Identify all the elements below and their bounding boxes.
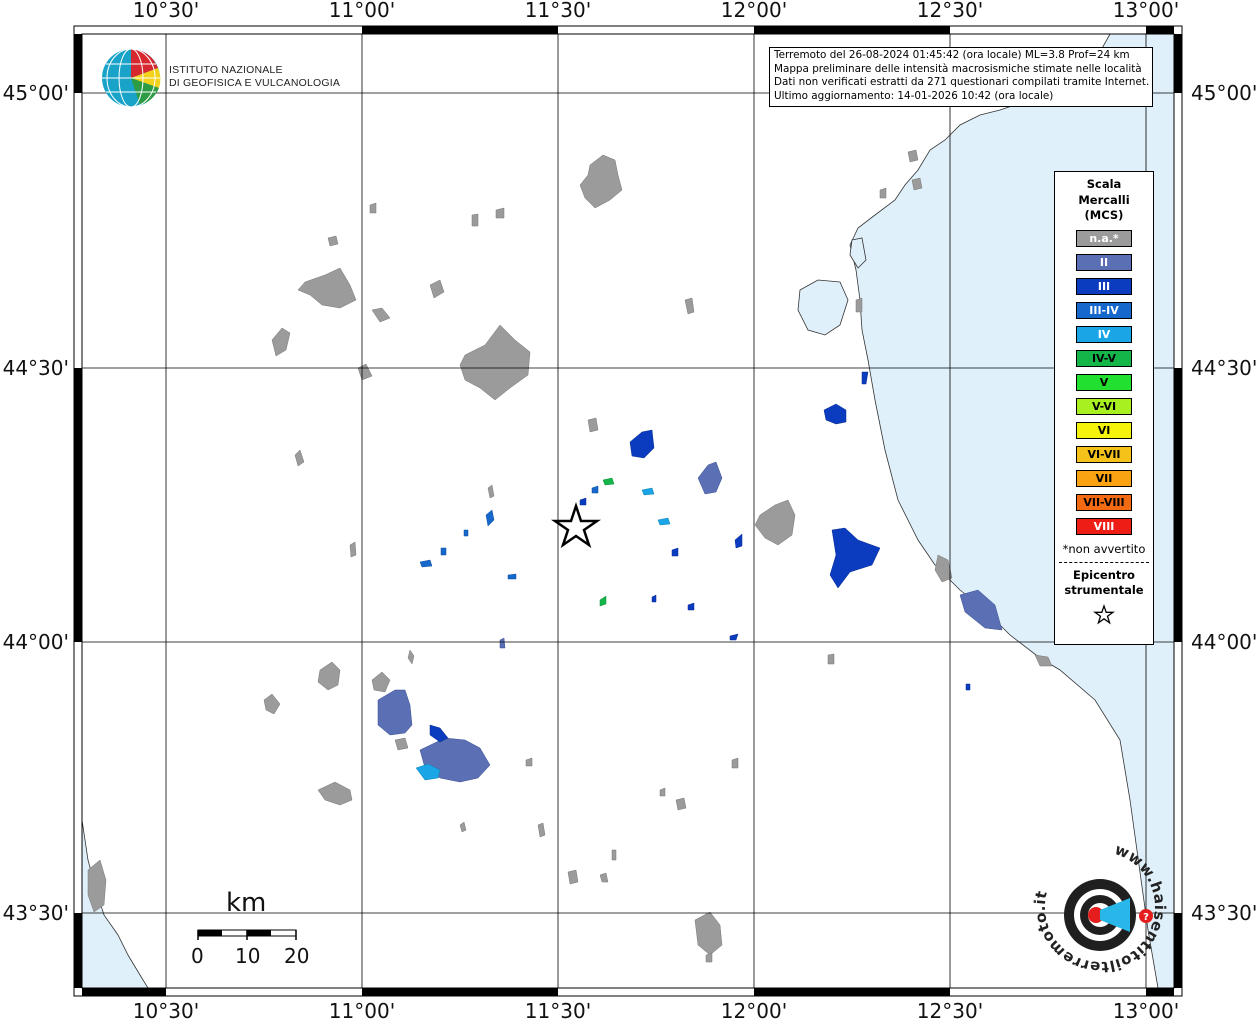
locality-ii-mugello <box>377 689 413 736</box>
scalebar-label: 10 <box>235 944 261 968</box>
legend-epicenter-title: Epicentro strumentale <box>1055 568 1153 598</box>
locality-small <box>495 207 505 219</box>
lon-label-bottom: 12°30' <box>917 999 983 1023</box>
legend-star-icon <box>1055 603 1153 630</box>
locality-iii-small <box>965 683 971 691</box>
event-info-box: Terremoto del 26-08-2024 01:45:42 (ora l… <box>769 47 1153 107</box>
legend-item-swatch: V-VI <box>1076 397 1132 415</box>
lon-label-top: 12°30' <box>917 0 983 22</box>
legend-title-line: (MCS) <box>1084 208 1124 222</box>
locality-small <box>349 541 357 558</box>
legend-item-swatch: IV <box>1076 325 1132 343</box>
locality-small <box>587 417 599 433</box>
lat-label-right: 44°00' <box>1191 630 1256 654</box>
lon-label-top: 11°30' <box>525 0 591 22</box>
locality-ii-small <box>499 637 506 649</box>
locality-small <box>827 653 835 665</box>
latitude-labels-right: 45°00' 44°30' 44°00' 43°30' <box>1191 81 1256 925</box>
info-line-data-source: Dati non verificati estratti da 271 ques… <box>774 76 1150 88</box>
ingv-name-line1: ISTITUTO NAZIONALE <box>169 64 283 76</box>
legend-item-swatch: II <box>1076 253 1132 271</box>
lat-label-left: 43°30' <box>3 901 69 925</box>
legend-item-swatch: V <box>1076 373 1132 391</box>
ingv-logo-icon <box>102 48 161 108</box>
locality-small <box>567 869 579 885</box>
locality-iii-iv-small <box>463 529 469 537</box>
locality-small <box>911 177 923 191</box>
locality-small <box>327 235 339 247</box>
legend-title-line: Scala <box>1086 177 1122 191</box>
lon-label-bottom: 11°00' <box>329 999 395 1023</box>
locality-small <box>471 213 479 227</box>
info-line-description: Mappa preliminare delle intensità macros… <box>774 62 1142 75</box>
lon-label-bottom: 13°00' <box>1113 999 1179 1023</box>
legend-scale-items: n.a.* II III III-IV IV IV-V V V-VI VI VI-VII VII VI… <box>1055 229 1153 535</box>
info-line-event: Terremoto del 26-08-2024 01:45:42 (ora l… <box>774 49 1130 61</box>
locality-small <box>879 187 887 199</box>
locality-small <box>675 797 687 811</box>
lat-label-left: 45°00' <box>3 81 69 105</box>
lon-label-top: 13°00' <box>1113 0 1179 22</box>
scalebar-label: 0 <box>191 944 204 968</box>
lon-label-top: 10°30' <box>133 0 199 22</box>
legend-epicenter-line: strumentale <box>1064 582 1144 597</box>
ingv-name: ISTITUTO NAZIONALE DI GEOFISICA E VULCAN… <box>169 64 340 90</box>
locality-small <box>907 149 919 163</box>
lon-label-top: 11°00' <box>329 0 395 22</box>
lon-label-bottom: 12°00' <box>721 999 787 1023</box>
lon-label-top: 12°00' <box>721 0 787 22</box>
svg-text:?: ? <box>1143 912 1149 923</box>
locality-iii-iv-small <box>507 573 517 580</box>
locality-small <box>855 297 863 313</box>
scalebar-label: 20 <box>284 944 310 968</box>
legend-note: *non avvertito <box>1062 541 1146 556</box>
locality-small <box>731 757 739 769</box>
info-line-update: Ultimo aggiornamento: 14-01-2026 10:42 (… <box>774 89 1054 102</box>
lon-label-bottom: 10°30' <box>133 999 199 1023</box>
legend-title: Scala Mercalli (MCS) <box>1055 177 1153 224</box>
legend-title-line: Mercalli <box>1078 192 1130 207</box>
legend-item-swatch: VI <box>1076 421 1132 439</box>
lon-label-bottom: 11°30' <box>525 999 591 1023</box>
legend-item-swatch: VIII <box>1076 517 1132 535</box>
locality-iii-iv-small <box>440 547 447 556</box>
longitude-labels-top: 10°30' 11°00' 11°30' 12°00' 12°30' 13°00… <box>133 0 1179 22</box>
legend-item-swatch: VI-VII <box>1076 445 1132 463</box>
longitude-labels-bottom: 10°30' 11°00' 11°30' 12°00' 12°30' 13°00… <box>133 999 1179 1023</box>
scalebar-unit: km <box>226 888 267 918</box>
mcs-legend: Scala Mercalli (MCS) n.a.* II III III-IV IV I… <box>1054 171 1154 645</box>
legend-item-swatch: n.a.* <box>1076 229 1132 247</box>
legend-divider <box>1059 561 1149 563</box>
legend-item-swatch: III-IV <box>1076 301 1132 319</box>
legend-epicenter-line: Epicentro <box>1073 567 1135 582</box>
legend-item-swatch: VII-VIII <box>1076 493 1132 511</box>
ingv-name-line2: DI GEOFISICA E VULCANOLOGIA <box>169 77 341 89</box>
legend-item-swatch: III <box>1076 277 1132 295</box>
lat-label-right: 43°30' <box>1191 901 1256 925</box>
locality-small <box>369 202 377 214</box>
locality-small <box>611 849 617 861</box>
lat-label-right: 45°00' <box>1191 81 1256 105</box>
legend-item-swatch: VII <box>1076 469 1132 487</box>
legend-item-swatch: IV-V <box>1076 349 1132 367</box>
latitude-labels-left: 45°00' 44°30' 44°00' 43°30' <box>3 81 69 925</box>
lat-label-left: 44°00' <box>3 630 69 654</box>
lat-label-right: 44°30' <box>1191 356 1256 380</box>
lat-label-left: 44°30' <box>3 356 69 380</box>
